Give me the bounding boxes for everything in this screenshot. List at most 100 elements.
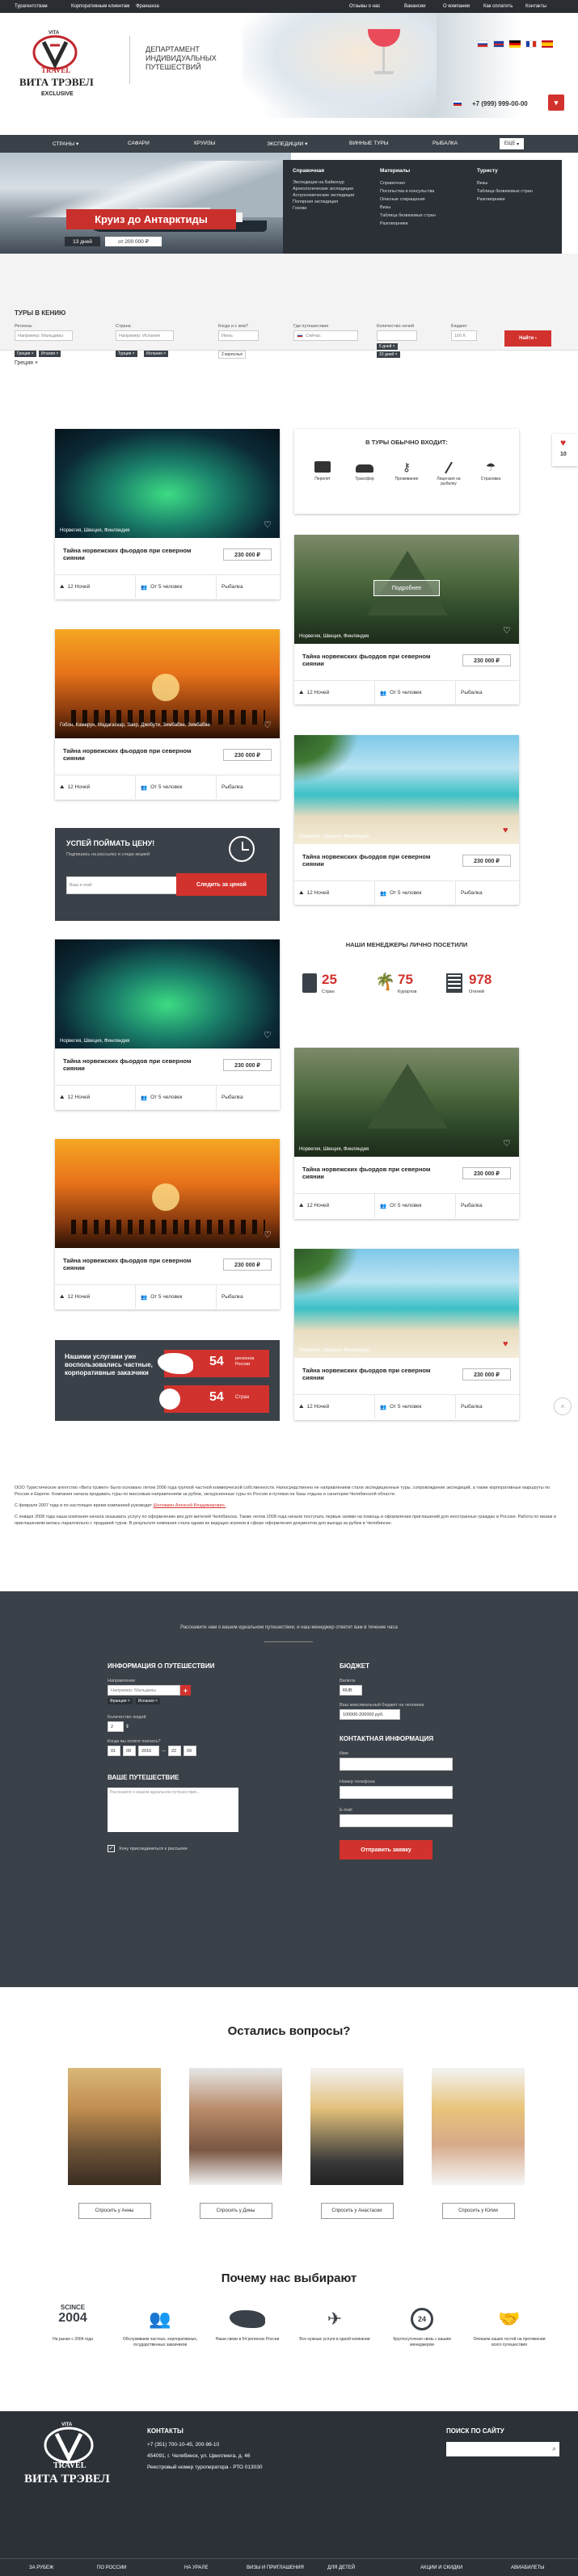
checkbox-icon[interactable]: ✓ — [108, 1845, 115, 1852]
menu-item[interactable]: Гохови — [293, 205, 373, 212]
ask-dina-button[interactable]: Спросить у Дины — [199, 2203, 272, 2219]
menu-item[interactable]: Астрономические экспедиции — [293, 192, 373, 199]
direction-input[interactable]: Например: Мальдивы — [108, 1685, 180, 1696]
topbar-link-about[interactable]: О компании — [443, 4, 470, 9]
menu-item[interactable]: Таблица безвизовых стран — [380, 212, 469, 220]
topbar-link-agencies[interactable]: Турагентствам — [15, 4, 48, 9]
footer-link-kids[interactable]: ДЛЯ ДЕТЕЙ — [327, 2565, 355, 2570]
menu-item[interactable]: Полярная экспедиция — [293, 199, 373, 205]
tour-title[interactable]: Тайна норвежских фьордов при северном си… — [63, 547, 192, 561]
date-month-to[interactable]: 09 — [184, 1746, 196, 1756]
tour-title[interactable]: Тайна норвежских фьордов при северном си… — [63, 747, 192, 762]
date-year[interactable]: 2016 — [138, 1746, 159, 1756]
country-input[interactable]: Например: Испания — [116, 330, 174, 341]
footer-link-russia[interactable]: ПО РОССИИ — [97, 2565, 126, 2570]
date-day-from[interactable]: 01 — [108, 1746, 120, 1756]
nav-countries[interactable]: СТРАНЫ ▾ — [53, 141, 78, 147]
search-submit-button[interactable]: Найти › — [504, 330, 551, 347]
hero-banner[interactable]: Круиз до Антарктиды 13 дней от 200 000 ₽ — [0, 153, 291, 254]
flag-es-icon[interactable] — [542, 40, 553, 48]
footer-phones[interactable]: +7 (351) 700-10-45, 200-98-10 — [147, 2442, 219, 2448]
topbar-link-contacts[interactable]: Контакты — [525, 4, 546, 9]
nights-select[interactable] — [377, 330, 417, 341]
tag-italy[interactable]: Италия × — [39, 351, 61, 357]
tag-greece[interactable]: Греция × — [15, 351, 36, 357]
name-input[interactable] — [340, 1758, 453, 1771]
tour-title[interactable]: Тайна норвежских фьордов при северном си… — [63, 1257, 192, 1271]
footer-link-ural[interactable]: НА УРАЛЕ — [184, 2565, 209, 2570]
tour-card[interactable]: ♡ Тайна норвежских фьордов при северном … — [55, 1139, 280, 1309]
tour-title[interactable]: Тайна норвежских фьордов при северном си… — [302, 1367, 432, 1381]
ask-anastasia-button[interactable]: Спросить у Анастасии — [320, 2203, 394, 2219]
price-catch-button[interactable]: Следить за ценой — [176, 873, 267, 896]
tag-5days[interactable]: 5 дней × — [377, 343, 398, 350]
director-link[interactable]: Шеловкин Алексей Владимирович. — [154, 1503, 226, 1508]
tag-france[interactable]: Франция × — [108, 1698, 133, 1704]
menu-item[interactable]: Справочная — [380, 179, 469, 187]
scroll-top-button[interactable]: ˄ — [554, 1397, 572, 1415]
date-month-from[interactable]: 09 — [123, 1746, 136, 1756]
footer-search-input[interactable]: ⌕ — [446, 2442, 559, 2456]
tag-10days[interactable]: 10 дней × — [377, 351, 400, 358]
footer-link-tickets[interactable]: АВИАБИЛЕТЫ — [511, 2565, 544, 2570]
budget-select[interactable]: 100000-200000 руб. — [340, 1709, 400, 1720]
tour-title[interactable]: Тайна норвежских фьордов при северном си… — [302, 653, 432, 667]
budget-input[interactable]: 100 К — [451, 330, 477, 341]
tag-turkey[interactable]: Турция × — [116, 351, 137, 357]
regions-input[interactable]: Например: Мальдивы — [15, 330, 73, 341]
tour-title[interactable]: Тайна норвежских фьордов при северном си… — [63, 1057, 192, 1072]
nav-fishing[interactable]: РЫБАЛКА — [432, 141, 458, 146]
footer-link-abroad[interactable]: ЗА РУБЕЖ — [29, 2565, 53, 2570]
direction-add-button[interactable]: + — [180, 1685, 191, 1696]
heart-icon[interactable]: ♡ — [264, 1030, 273, 1040]
flag-uk-icon[interactable] — [493, 40, 504, 48]
menu-item[interactable]: Визы — [477, 179, 558, 187]
tour-card[interactable]: Норвегия, Швеция, Финляндия ♡ Тайна норв… — [55, 429, 280, 599]
menu-item[interactable]: Разговорники — [380, 220, 469, 228]
wishlist-widget[interactable]: ♥ 10 — [552, 434, 578, 466]
journey-textarea[interactable]: Расскажите о вашем идеальном путешествии… — [108, 1788, 238, 1832]
topbar-link-franchise[interactable]: Франшиза — [136, 4, 159, 9]
tour-title[interactable]: Тайна норвежских фьордов при северном си… — [302, 1166, 432, 1180]
footer-link-visas[interactable]: ВИЗЫ И ПРИГЛАШЕНИЯ — [247, 2565, 304, 2570]
tour-card[interactable]: Гобон, Камерун, Мадагаскар, Заир, Джибут… — [55, 629, 280, 800]
nav-safari[interactable]: САФАРИ — [128, 141, 150, 146]
topbar-link-reviews[interactable]: Отзывы о нас — [349, 4, 380, 9]
flag-fr-icon[interactable] — [525, 40, 537, 48]
footer-logo[interactable]: VITA TRAVEL ВИТА ТРЭВЕЛ — [23, 2423, 120, 2495]
flag-ru-icon[interactable] — [477, 40, 488, 48]
nav-cruises[interactable]: КРУИЗЫ — [194, 141, 215, 146]
tag-spain[interactable]: Испания × — [144, 351, 169, 357]
heart-icon[interactable]: ♡ — [264, 720, 273, 730]
topbar-link-payment[interactable]: Как оплатить — [483, 4, 513, 9]
nav-expeditions[interactable]: ЭКСПЕДИЦИИ ▾ — [267, 141, 307, 147]
people-input[interactable]: 2 — [108, 1721, 124, 1732]
menu-item[interactable]: Разговорники — [477, 195, 558, 204]
nav-wine-tours[interactable]: ВИННЫЕ ТУРЫ — [349, 141, 388, 146]
header-phone[interactable]: +7 (999) 999-00-00 — [472, 100, 528, 107]
topbar-link-jobs[interactable]: Вакансии — [404, 4, 425, 9]
ask-anna-button[interactable]: Спросить у Анны — [78, 2203, 151, 2219]
heart-icon[interactable]: ♡ — [264, 519, 273, 530]
currency-select[interactable]: RUB — [340, 1685, 362, 1696]
phone-input[interactable] — [340, 1786, 453, 1799]
heart-icon[interactable]: ♥ — [503, 826, 513, 835]
menu-item[interactable]: Археологические экспедиции — [293, 186, 373, 192]
menu-item[interactable]: Опасные сокращения — [380, 195, 469, 204]
tour-more-button[interactable]: Подробнее — [373, 580, 440, 596]
menu-item[interactable]: Посольства и консульства — [380, 187, 469, 195]
date-day-to[interactable]: 22 — [168, 1746, 181, 1756]
ask-yulia-button[interactable]: Спросить у Юлии — [441, 2203, 515, 2219]
tour-card[interactable]: Норвегия, Швеция, Финляндия ♥ Тайна норв… — [294, 735, 519, 905]
tour-card[interactable]: Норвегия, Швеция, Финляндия ♥ Тайна норв… — [294, 1249, 519, 1420]
tour-card[interactable]: Подробнее Норвегия, Швеция, Финляндия ♡ … — [294, 535, 519, 704]
when-select[interactable]: Июнь — [218, 330, 259, 341]
submit-request-button[interactable]: Отправить заявку — [340, 1840, 432, 1860]
search-icon[interactable]: ⌕ — [552, 2444, 556, 2453]
email-input[interactable] — [340, 1814, 453, 1827]
menu-item[interactable]: Экспедиции на Байконур — [293, 179, 373, 186]
logo[interactable]: VITA TRAVEL ВИТА ТРЭВЕЛ EXCLUSIVE — [15, 31, 95, 103]
tour-card[interactable]: Норвегия, Швеция, Финляндия ♡ Тайна норв… — [294, 1048, 519, 1219]
menu-item[interactable]: Визы — [380, 204, 469, 212]
adults-select[interactable]: 2 взрослых — [218, 351, 247, 359]
